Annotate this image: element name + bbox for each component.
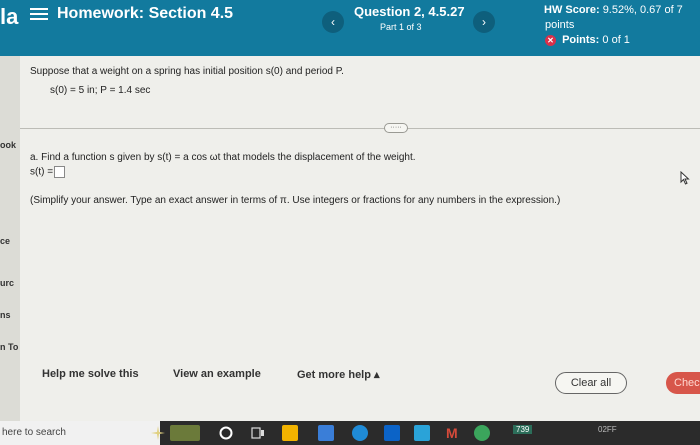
question-panel: Suppose that a weight on a spring has in… — [20, 56, 700, 421]
clock-fragment: 02FF — [598, 425, 617, 434]
homework-title: Homework: Section 4.5 — [57, 5, 234, 22]
answer-row: s(t) = — [30, 166, 66, 178]
hw-score-value: 9.52%, 0.67 of 7 — [602, 4, 683, 16]
file-explorer-icon[interactable] — [282, 425, 298, 441]
notification-badge: 739 — [513, 425, 533, 434]
hw-score-unit: points — [545, 19, 575, 31]
sidebar-item-tools[interactable]: n To — [0, 342, 18, 352]
x-circle-icon: ✕ — [545, 34, 556, 46]
clear-all-button[interactable]: Clear all — [555, 372, 627, 394]
sparkle-icon — [151, 426, 165, 440]
answer-instructions: (Simplify your answer. Type an exact ans… — [30, 195, 561, 206]
get-more-help-button[interactable]: Get more help ▴ — [297, 368, 380, 381]
points-value: 0 of 1 — [602, 34, 630, 46]
sidebar-item-resources[interactable]: urc — [0, 278, 14, 288]
hw-score: HW Score: 9.52%, 0.67 of 7 — [544, 4, 683, 16]
hw-score-label: HW Score: — [544, 4, 600, 16]
mouse-cursor-icon — [680, 171, 690, 185]
cortana-circle-icon[interactable] — [218, 425, 234, 441]
menu-icon[interactable] — [30, 5, 48, 21]
given-values: s(0) = 5 in; P = 1.4 sec — [50, 85, 151, 96]
answer-input[interactable] — [54, 166, 66, 178]
section-divider — [20, 128, 700, 129]
question-label: Question 2, 4.5.27 — [354, 4, 465, 19]
points-status: ✕ Points: 0 of 1 — [545, 34, 630, 46]
app-header: la Homework: Section 4.5 ‹ Question 2, 4… — [0, 0, 700, 56]
points-label: Points: — [562, 34, 600, 46]
question-prompt: Suppose that a weight on a spring has in… — [30, 66, 344, 77]
expand-more-button[interactable]: ····· — [384, 123, 408, 133]
sidebar: ook ce urc ns n To — [0, 56, 20, 421]
edge-browser-icon[interactable] — [352, 425, 368, 441]
next-question-button[interactable]: › — [473, 11, 495, 33]
previous-question-button[interactable]: ‹ — [322, 11, 344, 33]
taskbar: here to search M 739 02FF — [0, 421, 700, 445]
word-icon[interactable] — [414, 425, 430, 441]
sidebar-item-ebook[interactable]: ook — [0, 140, 16, 150]
sidebar-item-practice[interactable]: ce — [0, 236, 10, 246]
answer-prefix: s(t) = — [30, 166, 54, 178]
taskbar-widget-icon[interactable] — [170, 425, 200, 441]
chrome-icon[interactable] — [474, 425, 490, 441]
help-me-solve-button[interactable]: Help me solve this — [42, 368, 139, 380]
view-example-button[interactable]: View an example — [173, 368, 261, 380]
part-label: Part 1 of 3 — [380, 22, 422, 32]
outlook-icon[interactable] — [384, 425, 400, 441]
part-a-text: a. Find a function s given by s(t) = a c… — [30, 152, 416, 163]
check-answer-button[interactable]: Chec — [666, 372, 700, 394]
task-view-icon[interactable] — [250, 425, 266, 441]
gmail-icon[interactable]: M — [446, 425, 462, 441]
store-icon[interactable] — [318, 425, 334, 441]
brand-logo[interactable]: la — [0, 4, 18, 30]
sidebar-item-options[interactable]: ns — [0, 310, 11, 320]
taskbar-search-input[interactable]: here to search — [0, 421, 160, 445]
